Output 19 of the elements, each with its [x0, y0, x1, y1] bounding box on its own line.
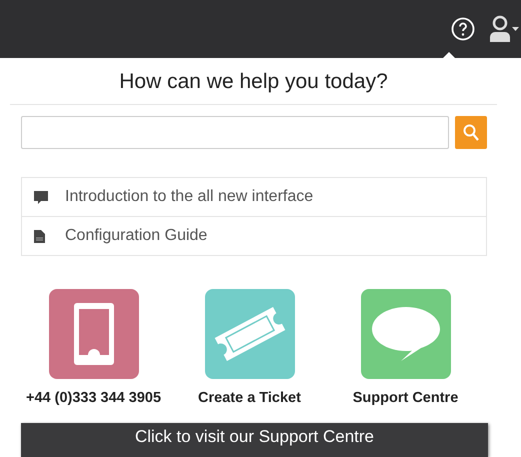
support-centre-button[interactable]: Click to visit our Support Centre [21, 423, 488, 457]
document-icon [34, 230, 45, 242]
help-link[interactable]: Configuration Guide [22, 216, 486, 255]
phone-icon [74, 303, 114, 365]
user-menu-icon[interactable] [489, 15, 519, 43]
search-icon [463, 124, 479, 141]
speech-bubble-icon [370, 305, 440, 363]
comment-icon [34, 190, 48, 204]
panel-title: How can we help you today? [10, 58, 497, 105]
search-field[interactable] [21, 116, 449, 149]
contact-tile[interactable] [204, 289, 294, 379]
contact-label[interactable]: +44 (0)333 344 3905 [26, 390, 162, 406]
help-icon[interactable] [451, 17, 475, 41]
contact-tile[interactable] [48, 289, 138, 379]
contact-label[interactable]: Create a Ticket [198, 390, 301, 406]
contact-tile[interactable] [360, 289, 450, 379]
search-button[interactable] [455, 116, 487, 149]
contact-label[interactable]: Support Centre [352, 390, 458, 406]
help-link[interactable]: Introduction to the all new interface [22, 178, 486, 216]
